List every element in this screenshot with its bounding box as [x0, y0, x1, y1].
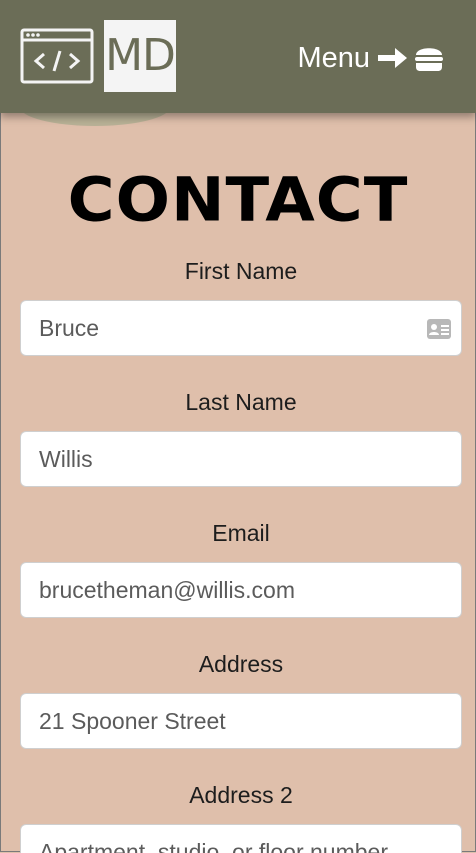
email-box[interactable]: [20, 562, 462, 618]
contact-card-icon: [427, 319, 451, 339]
address2-box[interactable]: [20, 824, 462, 853]
address2-label: Address 2: [189, 782, 293, 808]
page-title: CONTACT: [67, 166, 409, 236]
last-name-label: Last Name: [185, 389, 297, 415]
hamburger-icon: [415, 48, 443, 71]
first-name-input[interactable]: [39, 301, 419, 355]
menu-label: Menu: [297, 41, 370, 74]
contact-form-section: CONTACT: [0, 113, 476, 237]
address-group: Address: [20, 649, 462, 749]
code-window-icon[interactable]: [20, 28, 94, 84]
address2-group: Address 2: [20, 780, 462, 853]
address-input[interactable]: [39, 694, 419, 748]
email-label: Email: [212, 520, 270, 546]
site-header: MD Menu: [0, 0, 476, 113]
last-name-input[interactable]: [39, 432, 419, 486]
last-name-box[interactable]: [20, 431, 462, 487]
first-name-label: First Name: [184, 258, 298, 284]
arrow-right-icon: [378, 48, 407, 68]
address-box[interactable]: [20, 693, 462, 749]
email-group: Email: [20, 518, 462, 618]
menu-button[interactable]: Menu: [297, 40, 444, 76]
first-name-group: First Name: [20, 256, 462, 356]
logo-md[interactable]: MD: [104, 20, 176, 92]
last-name-group: Last Name: [20, 387, 462, 487]
first-name-box[interactable]: [20, 300, 462, 356]
address-label: Address: [198, 651, 284, 677]
address2-input[interactable]: [39, 825, 419, 853]
email-input[interactable]: [39, 563, 419, 617]
